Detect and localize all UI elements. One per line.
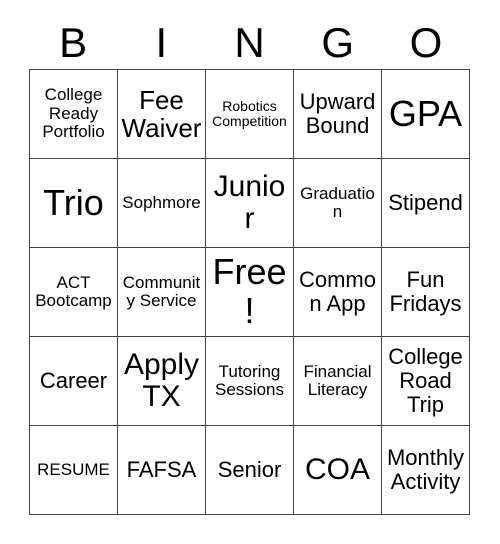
bingo-header-letter-o: O xyxy=(409,19,443,66)
bingo-cell-label: Upward Bound xyxy=(299,89,376,138)
bingo-cell-label: Graduation xyxy=(300,183,375,221)
bingo-cell[interactable]: Financial Literacy xyxy=(294,337,382,426)
bingo-header-letter-b: B xyxy=(59,19,88,66)
bingo-row: Trio Sophmore Junior Graduation Stipend xyxy=(30,159,470,248)
bingo-cell-label: College Ready Portfolio xyxy=(42,85,105,142)
bingo-cell[interactable]: ACT Bootcamp xyxy=(30,248,118,337)
bingo-header-letter-g: G xyxy=(321,19,355,66)
bingo-cell[interactable]: GPA xyxy=(382,70,470,159)
bingo-free-cell[interactable]: Free! xyxy=(206,248,294,337)
bingo-row: ACT Bootcamp Community Service Free! Com… xyxy=(30,248,470,337)
bingo-cell[interactable]: Career xyxy=(30,337,118,426)
bingo-header-letter-n: N xyxy=(234,19,265,66)
bingo-cell-label: COA xyxy=(304,452,370,486)
bingo-cell-label: RESUME xyxy=(37,459,110,479)
bingo-cell-label: Trio xyxy=(43,181,104,223)
bingo-cell[interactable]: Stipend xyxy=(382,159,470,248)
bingo-cell[interactable]: FAFSA xyxy=(118,426,206,515)
bingo-row: Career Apply TX Tutoring Sessions Financ… xyxy=(30,337,470,426)
bingo-row: College Ready Portfolio Fee Waiver Robot… xyxy=(30,70,470,159)
bingo-cell[interactable]: Monthly Activity xyxy=(382,426,470,515)
bingo-cell-label: Common App xyxy=(298,267,376,316)
bingo-cell-label: Junior xyxy=(213,169,286,235)
bingo-cell[interactable]: Common App xyxy=(294,248,382,337)
bingo-cell-label: Robotics Competition xyxy=(212,97,287,129)
bingo-cell-label: Stipend xyxy=(388,190,463,216)
bingo-cell-label: Tutoring Sessions xyxy=(215,361,284,399)
bingo-cell-label: Monthly Activity xyxy=(386,445,465,494)
bingo-card: B I N G O College Ready Portfolio Fee Wa… xyxy=(0,0,500,544)
bingo-cell[interactable]: Junior xyxy=(206,159,294,248)
bingo-cell-label: Apply TX xyxy=(123,347,200,413)
bingo-cell-label: FAFSA xyxy=(126,457,197,483)
bingo-cell[interactable]: College Road Trip xyxy=(382,337,470,426)
bingo-cell[interactable]: Tutoring Sessions xyxy=(206,337,294,426)
bingo-cell-label: Sophmore xyxy=(122,192,201,212)
bingo-cell-label: Senior xyxy=(217,457,282,483)
bingo-header-letter-i: I xyxy=(155,19,168,66)
bingo-header-row: B I N G O xyxy=(29,18,470,68)
bingo-cell-label: ACT Bootcamp xyxy=(35,272,112,310)
bingo-row: RESUME FAFSA Senior COA Monthly Activity xyxy=(30,426,470,515)
bingo-cell-label: Fee Waiver xyxy=(121,84,202,143)
bingo-cell-label: Career xyxy=(39,368,108,394)
bingo-grid: College Ready Portfolio Fee Waiver Robot… xyxy=(29,69,470,515)
bingo-cell[interactable]: Fun Fridays xyxy=(382,248,470,337)
bingo-cell[interactable]: Upward Bound xyxy=(294,70,382,159)
bingo-cell-label: GPA xyxy=(388,92,463,134)
bingo-cell-label: Financial Literacy xyxy=(303,361,372,399)
bingo-cell[interactable]: Fee Waiver xyxy=(118,70,206,159)
bingo-cell[interactable]: Community Service xyxy=(118,248,206,337)
bingo-cell[interactable]: Graduation xyxy=(294,159,382,248)
bingo-free-cell-label: Free! xyxy=(212,251,287,331)
bingo-cell[interactable]: Sophmore xyxy=(118,159,206,248)
bingo-cell[interactable]: Senior xyxy=(206,426,294,515)
bingo-cell[interactable]: COA xyxy=(294,426,382,515)
bingo-cell[interactable]: RESUME xyxy=(30,426,118,515)
bingo-cell-label: Community Service xyxy=(122,272,201,310)
bingo-cell[interactable]: Robotics Competition xyxy=(206,70,294,159)
bingo-cell[interactable]: Apply TX xyxy=(118,337,206,426)
bingo-cell-label: Fun Fridays xyxy=(389,267,462,316)
bingo-cell-label: College Road Trip xyxy=(388,344,463,417)
bingo-cell[interactable]: Trio xyxy=(30,159,118,248)
bingo-cell[interactable]: College Ready Portfolio xyxy=(30,70,118,159)
